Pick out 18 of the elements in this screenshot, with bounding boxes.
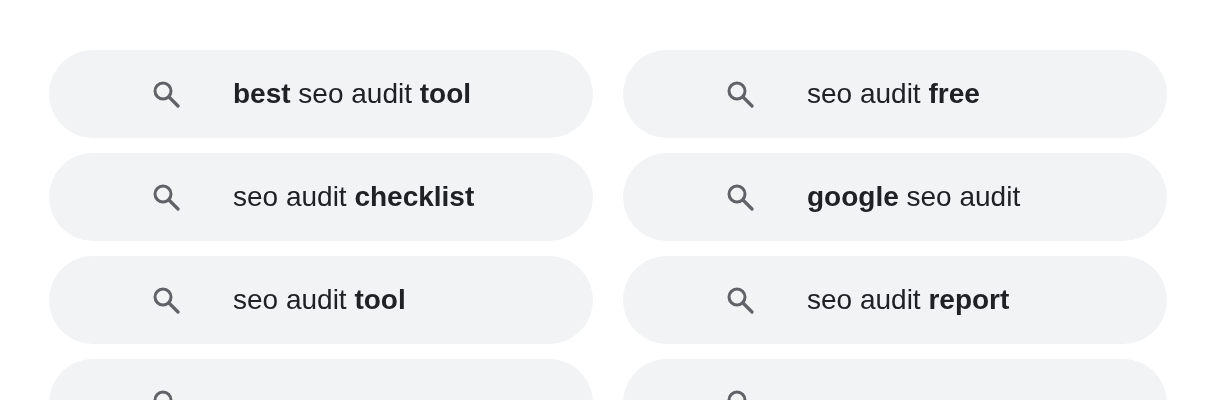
search-suggestion[interactable]: google seo audit bbox=[623, 153, 1167, 241]
search-icon bbox=[726, 80, 754, 108]
search-suggestion[interactable]: seo audit free bbox=[623, 50, 1167, 138]
search-icon bbox=[152, 183, 180, 211]
suggestion-text: seo audit report bbox=[807, 284, 1010, 316]
search-suggestion[interactable]: seo audit report bbox=[623, 256, 1167, 344]
suggestion-text: seo audit checklist bbox=[233, 181, 475, 213]
suggestion-text: seo audit free bbox=[807, 78, 980, 110]
search-icon bbox=[152, 80, 180, 108]
search-icon bbox=[726, 286, 754, 314]
suggestion-text: google seo audit bbox=[807, 181, 1021, 213]
suggestion-text: best seo audit tool bbox=[233, 78, 472, 110]
search-icon bbox=[152, 286, 180, 314]
search-icon bbox=[726, 183, 754, 211]
search-suggestion[interactable]: seo audit checklist bbox=[49, 153, 593, 241]
suggestion-text: seo audit tool bbox=[233, 284, 406, 316]
search-suggestion[interactable]: best seo audit tool bbox=[49, 50, 593, 138]
search-suggestion[interactable]: seo audit tool bbox=[49, 256, 593, 344]
